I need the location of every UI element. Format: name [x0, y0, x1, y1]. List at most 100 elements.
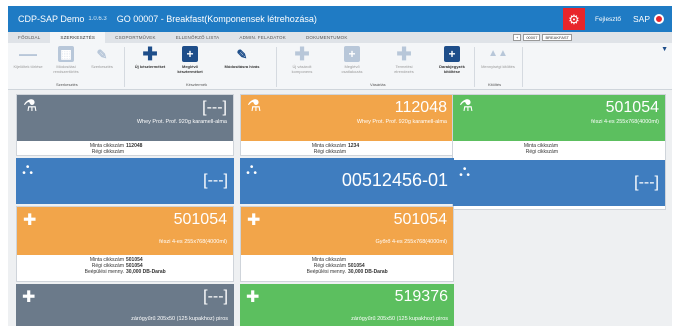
- card-number: [---]: [202, 99, 227, 116]
- add-box-icon: +: [344, 46, 360, 62]
- component-card[interactable]: ✚ [---] zárógyűrű 205x50 (125 kupakhoz) …: [16, 284, 234, 326]
- info-key: Beépülési menny.: [84, 269, 124, 275]
- add-box-icon: +: [182, 46, 198, 62]
- delete-selected-button[interactable]: — Kijelöltek törlése: [10, 44, 46, 69]
- plus-icon: ✚: [396, 44, 412, 64]
- card-description: Whey Prot. Prof. 920g karamell-alma: [356, 119, 447, 125]
- flask-icon: ⚗: [459, 98, 474, 115]
- new-purchased-component-button[interactable]: ✚ Új vásárolt komponens: [284, 44, 320, 74]
- info-key: Régi cikkszám: [313, 149, 346, 155]
- puzzle-icon: ✚: [22, 289, 36, 306]
- app-title: CDP-SAP Demo: [18, 14, 85, 24]
- quantity-fill-label: Mennyiségi kitöltés: [481, 64, 515, 69]
- tab-checklist[interactable]: ELLENŐRZŐ LISTA: [166, 32, 230, 43]
- puzzle-icon: ✚: [23, 212, 37, 229]
- card-number: 519376: [394, 288, 448, 305]
- tab-admin[interactable]: ADMIN. FELADATOK: [229, 32, 296, 43]
- reset-changes-label: Módosítási rendszertörlés: [53, 64, 79, 74]
- tree-icon: ⛬: [246, 161, 257, 178]
- component-card[interactable]: ✚ 501054 Győrő 4-es 255x768(4000ml) Mint…: [240, 206, 454, 282]
- edit-icon: ✎: [96, 46, 108, 62]
- component-card[interactable]: ✚ 501054 fészi 4-es 255x768(4000ml) Mint…: [16, 206, 234, 282]
- product-card[interactable]: ⚗ 112048 Whey Prot. Prof. 920g karamell-…: [240, 94, 454, 156]
- flask-icon: ⚗: [247, 98, 262, 115]
- bom-fill-label: Darabjegyzék kitöltése: [439, 64, 465, 74]
- production-layout-button[interactable]: ✚ Termelési elrendezés: [386, 44, 422, 74]
- project-code[interactable]: 00007: [523, 34, 541, 41]
- card-info: Minta cikkszám Régi cikkszám: [453, 141, 665, 157]
- card-description: zárógyűrű 205x50 (125 kupakhoz) piros: [351, 316, 448, 322]
- card-number: 501054: [393, 211, 447, 228]
- minus-icon: —: [19, 44, 37, 64]
- existing-product-button[interactable]: + Meglévő készterméket: [172, 46, 208, 74]
- puzzle-icon: ✚: [246, 289, 260, 306]
- add-tab-button[interactable]: +: [512, 34, 522, 41]
- info-value: [348, 149, 408, 155]
- document-title: GO 00007 - Breakfast(Komponensek létreho…: [116, 14, 317, 24]
- tab-home[interactable]: FŐOLDAL: [8, 32, 50, 43]
- sap-status-icon[interactable]: [654, 14, 664, 24]
- card-number: [---]: [203, 172, 228, 189]
- edit-button[interactable]: ✎ Szerkesztés: [84, 46, 120, 70]
- info-key: Beépülési menny.: [306, 269, 346, 275]
- info-value: 30,000 DB-Darab: [348, 269, 388, 275]
- card-info: Minta cikkszám Régi cikkszám 501054 Beépü…: [241, 255, 453, 277]
- card-description: zárógyűrű 205x50 (125 kupakhoz) piros: [131, 316, 228, 322]
- ribbon-toolbar: — Kijelöltek törlése ▦ Módosítási rendsz…: [8, 43, 672, 90]
- plus-icon: ✚: [294, 44, 310, 64]
- existing-product-label: Meglévő készterméket: [177, 64, 203, 74]
- gear-icon: ⚙: [568, 11, 580, 27]
- card-description: fészi 4-es 255x768(4000ml): [591, 119, 659, 125]
- puzzle-icon: ✚: [247, 212, 261, 229]
- call-modification-button[interactable]: ✎ Módosításra hívás: [220, 46, 264, 70]
- user-name[interactable]: Fejlesztő: [595, 16, 621, 23]
- group-label-fill: Kitöltés: [488, 82, 502, 87]
- card-number: 112048: [394, 99, 447, 116]
- project-name[interactable]: BREAKFAST: [542, 34, 572, 41]
- grid-icon: ▦: [58, 46, 74, 62]
- group-divider: [474, 47, 475, 87]
- card-description: fészi 4-es 255x768(4000ml): [159, 239, 227, 245]
- card-number: [---]: [203, 288, 228, 305]
- tab-edit[interactable]: SZERKESZTÉS: [50, 32, 106, 43]
- pin-icon[interactable]: ▼: [661, 46, 668, 53]
- settings-button[interactable]: ⚙: [562, 8, 585, 30]
- card-number: 00512456-01: [341, 170, 448, 190]
- info-key: Régi cikkszám: [525, 149, 558, 155]
- bom-card[interactable]: ⛬ [---]: [453, 160, 665, 206]
- plus-icon: ✚: [142, 44, 158, 64]
- add-box-icon: +: [444, 46, 460, 62]
- tab-group-operations[interactable]: CSOPORTMŰVEK: [105, 32, 166, 43]
- edit-label: Szerkesztés: [91, 64, 113, 69]
- card-info: Minta cikkszám 1234 Régi cikkszám: [241, 141, 453, 157]
- card-description: Győrő 4-es 255x768(4000ml): [375, 239, 447, 245]
- component-card[interactable]: ✚ 519376 zárógyűrű 205x50 (125 kupakhoz)…: [240, 284, 454, 326]
- bom-card[interactable]: ⛬ [---]: [16, 158, 234, 204]
- card-description: Whey Prot. Prof. 920g karamell-alma: [136, 119, 227, 125]
- bom-fill-button[interactable]: + Darabjegyzék kitöltése: [432, 46, 472, 74]
- info-key: Régi cikkszám: [91, 149, 124, 155]
- info-value: 30,000 DB-Darab: [126, 269, 166, 275]
- new-purchased-component-label: Új vásárolt komponens: [291, 64, 313, 74]
- new-product-button[interactable]: ✚ Új készterméket: [132, 44, 168, 69]
- bom-card[interactable]: ⛬ 00512456-01: [240, 158, 454, 204]
- tab-documents[interactable]: DOKUMENTUMOK: [296, 32, 358, 43]
- product-card[interactable]: ⚗ 501054 fészi 4-es 255x768(4000ml) Mint…: [452, 94, 666, 210]
- sap-label: SAP: [632, 14, 650, 24]
- card-info: Minta cikkszám 112048 Régi cikkszám: [17, 141, 233, 157]
- info-value: [126, 149, 186, 155]
- flask-icon: ⚗: [23, 98, 38, 115]
- existing-connection-button[interactable]: + Meglévő csatlakozás: [334, 46, 370, 74]
- group-divider: [522, 47, 523, 87]
- group-label-product: Késztermék: [186, 82, 208, 87]
- tree-icon: ▲▲: [488, 48, 508, 59]
- card-info: Minta cikkszám 501054 Régi cikkszám 501054…: [17, 255, 233, 277]
- delete-selected-label: Kijelöltek törlése: [13, 64, 43, 69]
- card-number: [---]: [634, 174, 659, 191]
- product-card[interactable]: ⚗ [---] Whey Prot. Prof. 920g karamell-a…: [16, 94, 234, 156]
- card-number: 501054: [605, 99, 659, 116]
- reset-changes-button[interactable]: ▦ Módosítási rendszertörlés: [48, 46, 84, 74]
- existing-connection-label: Meglévő csatlakozás: [341, 64, 363, 74]
- call-modification-label: Módosításra hívás: [224, 64, 260, 69]
- quantity-fill-button[interactable]: ▲▲ Mennyiségi kitöltés: [478, 46, 518, 70]
